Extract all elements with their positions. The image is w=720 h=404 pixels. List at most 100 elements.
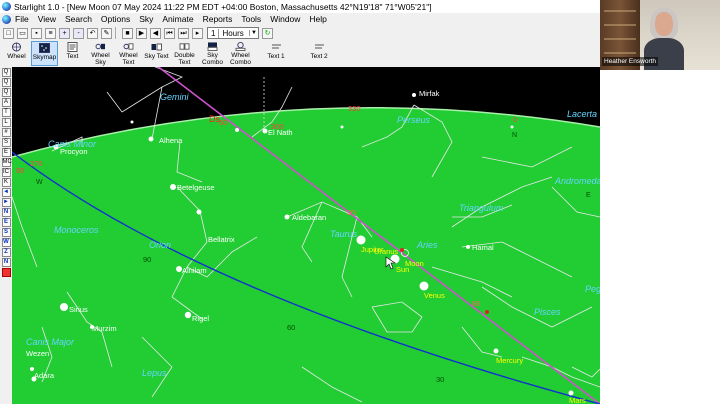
star-tool-icon[interactable]: S bbox=[1, 138, 11, 147]
constellation-pisces: Pisces bbox=[534, 307, 561, 317]
starlight-window: Starlight 1.0 - [New Moon 07 May 2024 11… bbox=[0, 0, 600, 404]
menu-sky[interactable]: Sky bbox=[139, 14, 153, 24]
horizon-degree-330: 330 bbox=[348, 104, 361, 113]
sidebar-toolbar: Q Q Q A T L # S E MC IC K ◄ ► N E S W Z … bbox=[0, 67, 12, 404]
ic-tool-icon[interactable]: IC bbox=[1, 168, 11, 177]
view-text-button[interactable]: Text bbox=[59, 41, 86, 66]
constellation-lepus: Lepus bbox=[142, 368, 167, 378]
constellation-orion: Orion bbox=[149, 240, 171, 250]
view-wheel-button[interactable]: Wheel bbox=[3, 41, 30, 66]
constellation-aries: Aries bbox=[416, 240, 438, 250]
new-icon[interactable]: □ bbox=[3, 27, 14, 39]
menu-help[interactable]: Help bbox=[309, 14, 326, 24]
aspect-tool-icon[interactable]: A bbox=[1, 98, 11, 107]
view-wheel-sky-label: Wheel Sky bbox=[91, 52, 110, 66]
skymap-canvas[interactable]: Ds Gemini Canis Minor Monoceros Orion Ta… bbox=[12, 67, 600, 404]
direction-south-button[interactable]: S bbox=[1, 228, 11, 237]
star-rigel: Rigel bbox=[192, 314, 209, 323]
skymap-view[interactable]: Ds Gemini Canis Minor Monoceros Orion Ta… bbox=[12, 67, 600, 404]
menu-bar: File View Search Options Sky Animate Rep… bbox=[0, 13, 600, 25]
star-bellatrix: Bellatrix bbox=[208, 235, 235, 244]
view-text1-button[interactable]: Text 1 bbox=[255, 41, 297, 66]
wheel-sky-icon bbox=[95, 43, 105, 50]
view-wheel-text-button[interactable]: Wheel Text bbox=[115, 41, 142, 66]
menu-reports[interactable]: Reports bbox=[203, 14, 233, 24]
save-icon[interactable]: ▪ bbox=[31, 27, 42, 39]
chevron-down-icon[interactable]: ▼ bbox=[249, 30, 258, 36]
view-toolbar: Wheel Skymap Text Wheel Sky Wheel Text S… bbox=[0, 41, 600, 67]
view-double-text-label: Double Text bbox=[174, 52, 195, 66]
line-tool-icon[interactable]: L bbox=[1, 118, 11, 127]
view-wheel-combo-label: Wheel Combo bbox=[230, 52, 251, 66]
zoom-out-icon[interactable]: - bbox=[73, 27, 84, 39]
open-icon[interactable]: ▭ bbox=[17, 27, 28, 39]
view-sky-combo-button[interactable]: Sky Combo bbox=[199, 41, 226, 66]
direction-zenith-button[interactable]: Z bbox=[1, 248, 11, 257]
mc-tool-icon[interactable]: MC bbox=[1, 158, 12, 167]
direction-nadir-button[interactable]: N bbox=[1, 258, 11, 267]
direction-east-button[interactable]: E bbox=[1, 218, 11, 227]
color-wheel-icon[interactable] bbox=[1, 268, 11, 277]
view-sky-text-button[interactable]: Sky Text bbox=[143, 41, 170, 66]
pan-left-icon[interactable]: ◄ bbox=[1, 188, 11, 197]
equator-degree-90: 90 bbox=[143, 255, 151, 264]
view-double-text-button[interactable]: Double Text bbox=[171, 41, 198, 66]
time-step-value[interactable]: 1 bbox=[208, 28, 220, 38]
view-text1-label: Text 1 bbox=[267, 53, 285, 60]
stop-icon[interactable]: ■ bbox=[122, 27, 133, 39]
last-icon[interactable]: ⏭ bbox=[178, 27, 189, 39]
wheel-combo-icon bbox=[235, 42, 246, 51]
star-aldebaran: Aldebaran bbox=[292, 213, 326, 222]
direction-north-button[interactable]: N bbox=[1, 208, 11, 217]
text-icon bbox=[67, 42, 78, 52]
view-wheel-sky-button[interactable]: Wheel Sky bbox=[87, 41, 114, 66]
print-icon[interactable]: ≡ bbox=[45, 27, 56, 39]
k-tool-icon[interactable]: K bbox=[1, 178, 11, 187]
refresh-icon[interactable]: ↻ bbox=[262, 27, 273, 39]
time-step-combo[interactable]: 1 Hours ▼ bbox=[207, 27, 259, 39]
time-step-unit[interactable]: Hours bbox=[219, 29, 249, 38]
first-icon[interactable]: ⏮ bbox=[164, 27, 175, 39]
direction-west-button[interactable]: W bbox=[1, 238, 11, 247]
equator-degree-30: 30 bbox=[436, 375, 444, 384]
star-sirius: Sirius bbox=[69, 305, 88, 314]
document-icon[interactable] bbox=[2, 14, 11, 24]
zoom-in-icon[interactable]: + bbox=[59, 27, 70, 39]
menu-options[interactable]: Options bbox=[101, 14, 130, 24]
menu-view[interactable]: View bbox=[38, 14, 56, 24]
star-betelgeuse: Betelgeuse bbox=[177, 183, 215, 192]
play-icon[interactable]: ▶ bbox=[136, 27, 147, 39]
view-skymap-label: Skymap bbox=[32, 54, 57, 61]
horizon-degree-60-label: 60 bbox=[219, 118, 227, 127]
view-text2-button[interactable]: Text 2 bbox=[298, 41, 340, 66]
zoom-tool-icon[interactable]: Q bbox=[1, 68, 11, 77]
text-tool-icon[interactable]: T bbox=[1, 108, 11, 117]
step-back-icon[interactable]: ◀ bbox=[150, 27, 161, 39]
edit-icon[interactable]: ✎ bbox=[101, 27, 112, 39]
text1-icon bbox=[271, 44, 281, 49]
menu-animate[interactable]: Animate bbox=[162, 14, 193, 24]
skymap-icon bbox=[39, 43, 50, 53]
undo-icon[interactable]: ↶ bbox=[87, 27, 98, 39]
participant-face bbox=[655, 12, 673, 36]
view-skymap-button[interactable]: Skymap bbox=[31, 41, 58, 66]
grid-tool-icon[interactable]: # bbox=[1, 128, 11, 137]
zoom-tool-icon[interactable]: Q bbox=[1, 78, 11, 87]
menu-window[interactable]: Window bbox=[270, 14, 300, 24]
star-procyon: Procyon bbox=[60, 147, 88, 156]
zoom-tool-icon[interactable]: Q bbox=[1, 88, 11, 97]
view-wheel-combo-button[interactable]: Wheel Combo bbox=[227, 41, 254, 66]
horizon-degree-0: 0 bbox=[513, 115, 517, 124]
ecliptic-tool-icon[interactable]: E bbox=[1, 148, 11, 157]
cardinal-east: E bbox=[586, 192, 591, 199]
sky-combo-icon bbox=[207, 42, 218, 51]
pan-right-icon[interactable]: ► bbox=[1, 198, 11, 207]
toolbar-main: □ ▭ ▪ ≡ + - ↶ ✎ ■ ▶ ◀ ⏮ ⏭ ▸ 1 Hours ▼ ↻ bbox=[0, 25, 600, 41]
step-forward-icon[interactable]: ▸ bbox=[192, 27, 203, 39]
menu-file[interactable]: File bbox=[15, 14, 29, 24]
planet-uranus: Uranus bbox=[374, 247, 398, 256]
menu-tools[interactable]: Tools bbox=[241, 14, 261, 24]
menu-search[interactable]: Search bbox=[65, 14, 92, 24]
horizon-degree-270: 270 bbox=[30, 159, 43, 168]
planet-mercury: Mercury bbox=[496, 356, 523, 365]
